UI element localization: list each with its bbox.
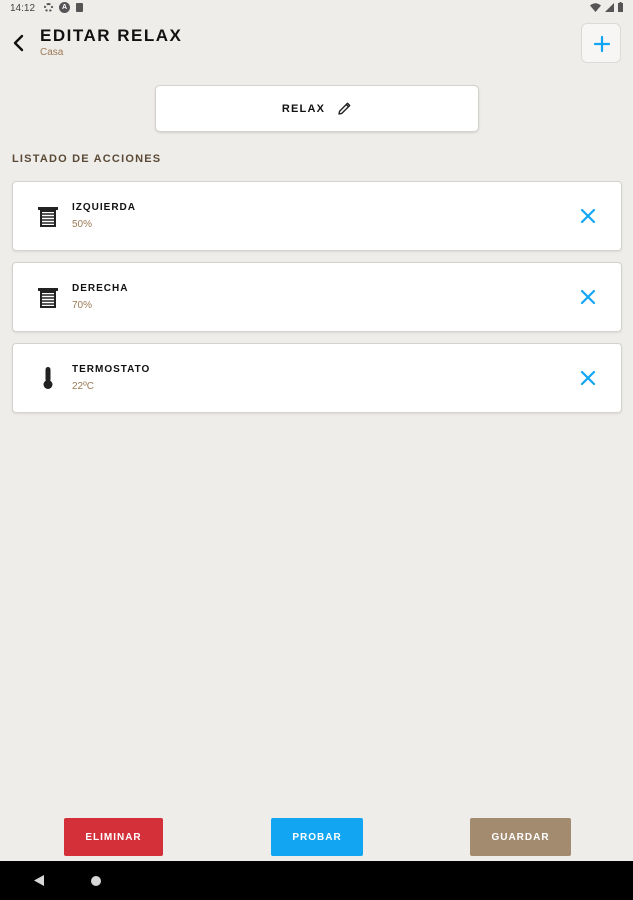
nav-back-icon[interactable] xyxy=(33,874,45,887)
delete-button[interactable]: ELIMINAR xyxy=(64,818,163,856)
blind-icon xyxy=(38,207,58,227)
blind-icon xyxy=(38,288,58,308)
action-card[interactable]: TERMOSTATO 22ºC xyxy=(12,343,622,413)
battery-icon xyxy=(618,2,623,12)
signal-icon xyxy=(605,2,614,12)
action-card[interactable]: DERECHA 70% xyxy=(12,262,622,332)
thermometer-icon xyxy=(43,367,53,389)
page-subtitle: Casa xyxy=(40,47,64,58)
header: EDITAR RELAX Casa xyxy=(0,18,633,78)
nav-home-icon[interactable] xyxy=(91,876,101,886)
action-value: 22ºC xyxy=(72,381,94,392)
status-icons-right xyxy=(590,2,623,12)
remove-action-button[interactable] xyxy=(576,366,600,390)
action-name: IZQUIERDA xyxy=(72,202,136,213)
app-notification-icon: A xyxy=(59,2,70,13)
scene-name-field[interactable]: RELAX xyxy=(155,85,479,132)
plus-icon xyxy=(593,35,611,53)
section-title: LISTADO DE ACCIONES xyxy=(12,153,162,165)
close-icon xyxy=(580,208,596,224)
remove-action-button[interactable] xyxy=(576,204,600,228)
action-name: DERECHA xyxy=(72,283,129,294)
close-icon xyxy=(580,370,596,386)
close-icon xyxy=(580,289,596,305)
action-name: TERMOSTATO xyxy=(72,364,151,375)
sim-card-icon xyxy=(76,3,83,12)
pencil-icon xyxy=(338,102,351,115)
test-button[interactable]: PROBAR xyxy=(271,818,363,856)
wifi-icon xyxy=(590,2,601,12)
add-action-button[interactable] xyxy=(581,23,621,63)
back-arrow-icon xyxy=(13,34,24,52)
settings-notification-icon xyxy=(44,3,53,12)
action-value: 50% xyxy=(72,219,93,230)
scene-name-label: RELAX xyxy=(281,102,326,115)
status-time: 14:12 xyxy=(10,3,36,14)
navigation-bar xyxy=(0,861,633,900)
save-button[interactable]: GUARDAR xyxy=(470,818,571,856)
page-title: EDITAR RELAX xyxy=(40,26,183,45)
back-button[interactable] xyxy=(8,32,30,54)
remove-action-button[interactable] xyxy=(576,285,600,309)
action-value: 70% xyxy=(72,300,93,311)
status-icons-left: A xyxy=(44,2,83,13)
action-card[interactable]: IZQUIERDA 50% xyxy=(12,181,622,251)
status-bar: 14:12 A xyxy=(0,0,633,18)
